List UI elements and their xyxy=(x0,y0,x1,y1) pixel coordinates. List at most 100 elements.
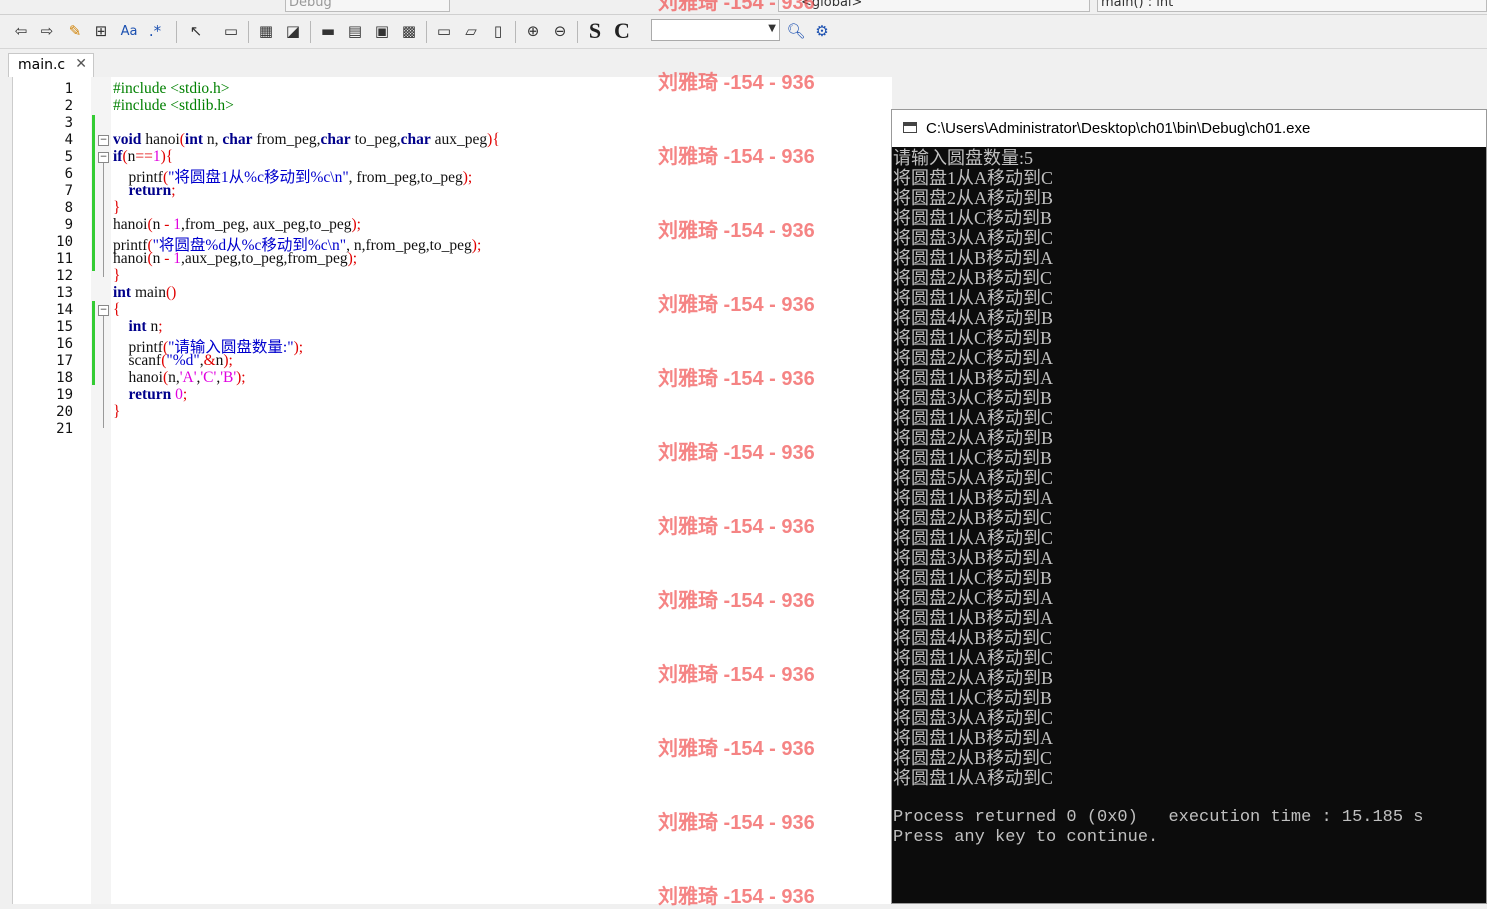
grid-select-icon[interactable]: ▦ xyxy=(255,20,277,42)
code-line-17: scanf("%d",&n); xyxy=(113,352,233,369)
line-number: 11 xyxy=(56,251,73,267)
code-line-13: int main() xyxy=(113,284,177,301)
code-line-12: } xyxy=(113,267,121,284)
line-number: 7 xyxy=(64,183,73,199)
fold-toggle-icon[interactable]: − xyxy=(98,135,109,146)
regex-icon[interactable]: .* xyxy=(144,20,166,42)
watermark-text: 刘雅琦 -154 - 936 xyxy=(658,368,815,390)
zoom-in-icon[interactable]: ⊕ xyxy=(522,20,544,42)
line-number: 21 xyxy=(56,421,73,437)
console-line: 将圆盘1从C移动到B xyxy=(893,568,1053,588)
console-line: 将圆盘2从B移动到C xyxy=(893,268,1053,288)
line-number: 18 xyxy=(56,370,73,386)
console-line: 将圆盘2从A移动到B xyxy=(893,428,1054,448)
console-title: C:\Users\Administrator\Desktop\ch01\bin\… xyxy=(926,120,1311,137)
line-number: 9 xyxy=(64,217,73,233)
diagonal-select-icon[interactable]: ◪ xyxy=(282,20,304,42)
console-line: 将圆盘3从A移动到C xyxy=(893,708,1054,728)
bookmark-icon[interactable]: ⊞ xyxy=(90,20,112,42)
console-title-bar[interactable]: C:\Users\Administrator\Desktop\ch01\bin\… xyxy=(892,110,1486,147)
back-arrow-icon[interactable]: ⇦ xyxy=(10,20,32,42)
line-number: 5 xyxy=(64,149,73,165)
watermark-text: 刘雅琦 -154 - 936 xyxy=(658,72,815,94)
build-target-value: Debug xyxy=(289,0,332,10)
watermark-text: 刘雅琦 -154 - 936 xyxy=(658,738,815,760)
frame-1-icon[interactable]: ▭ xyxy=(433,20,455,42)
console-line: 将圆盘1从A移动到C xyxy=(893,168,1054,188)
zoom-out-icon[interactable]: ⊖ xyxy=(549,20,571,42)
function-select[interactable]: main() : int xyxy=(1097,0,1487,12)
console-line: 将圆盘3从B移动到A xyxy=(893,548,1054,568)
code-line-8: } xyxy=(113,199,121,216)
code-line-19: return 0; xyxy=(128,386,188,403)
code-line-5: if(n==1){ xyxy=(113,148,174,165)
watermark-text: 刘雅琦 -154 - 936 xyxy=(658,0,815,14)
layout-3-icon[interactable]: ▣ xyxy=(371,20,393,42)
console-line: 将圆盘1从B移动到A xyxy=(893,728,1054,748)
console-line: 将圆盘2从A移动到B xyxy=(893,668,1054,688)
console-line: 将圆盘1从B移动到A xyxy=(893,608,1054,628)
console-line: 将圆盘1从A移动到C xyxy=(893,288,1054,308)
line-number: 15 xyxy=(56,319,73,335)
line-number: 17 xyxy=(56,353,73,369)
watermark-text: 刘雅琦 -154 - 936 xyxy=(658,294,815,316)
line-number-gutter: 1 2 3 4 5 6 7 8 9 10 11 12 13 14 15 16 17 18 19 20 21 xyxy=(13,77,91,904)
forward-arrow-icon[interactable]: ⇨ xyxy=(36,20,58,42)
close-icon[interactable]: ✕ xyxy=(75,56,87,72)
match-case-icon[interactable]: Aa xyxy=(118,20,140,42)
code-line-4: void hanoi(int n, char from_peg,char to_… xyxy=(113,131,500,148)
frame-3-icon[interactable]: ▯ xyxy=(487,20,509,42)
console-line: 将圆盘3从C移动到B xyxy=(893,388,1053,408)
edit-toolbar: ⇦ ⇨ ✎ ⊞ Aa .* ↖ ▭ ▦ ◪ ▬ ▤ ▣ ▩ ▭ ▱ ▯ ⊕ ⊖ … xyxy=(0,15,1487,49)
c-button[interactable]: C xyxy=(611,18,633,43)
watermark-text: 刘雅琦 -154 - 936 xyxy=(658,146,815,168)
highlight-pen-icon[interactable]: ✎ xyxy=(64,20,86,42)
console-line: 将圆盘2从C移动到A xyxy=(893,348,1054,368)
layout-2-icon[interactable]: ▤ xyxy=(344,20,366,42)
tab-main-c[interactable]: main.c ✕ xyxy=(8,53,94,77)
console-line: 将圆盘1从A移动到C xyxy=(893,408,1054,428)
console-line: 将圆盘1从B移动到A xyxy=(893,248,1054,268)
console-line: 将圆盘4从A移动到B xyxy=(893,308,1054,328)
line-number: 14 xyxy=(56,302,73,318)
line-number: 12 xyxy=(56,268,73,284)
line-number: 16 xyxy=(56,336,73,352)
console-line: 将圆盘2从A移动到B xyxy=(893,188,1054,208)
frame-2-icon[interactable]: ▱ xyxy=(460,20,482,42)
line-number: 3 xyxy=(64,115,73,131)
scope-select[interactable]: <global> xyxy=(778,0,1090,12)
code-editor[interactable]: 1 2 3 4 5 6 7 8 9 10 11 12 13 14 15 16 17 18 19 20 21 − − − … xyxy=(12,77,892,904)
change-marker xyxy=(92,115,95,271)
code-line-9: hanoi(n - 1,from_peg, aux_peg,to_peg); xyxy=(113,216,361,233)
press-any-key-line: Press any key to continue. xyxy=(893,828,1159,847)
console-line: 将圆盘2从B移动到C xyxy=(893,508,1053,528)
block-rect-icon[interactable]: ▭ xyxy=(220,20,242,42)
search-combo[interactable]: ▼ xyxy=(651,19,780,41)
s-button[interactable]: S xyxy=(584,18,606,43)
tab-label: main.c xyxy=(18,57,66,73)
console-line: 将圆盘1从B移动到A xyxy=(893,488,1054,508)
layout-1-icon[interactable]: ▬ xyxy=(317,20,339,42)
layout-4-icon[interactable]: ▩ xyxy=(398,20,420,42)
code-line-14: { xyxy=(113,301,121,318)
line-number: 8 xyxy=(64,200,73,216)
line-number: 2 xyxy=(64,98,73,114)
watermark-text: 刘雅琦 -154 - 936 xyxy=(658,516,815,538)
console-icon xyxy=(903,122,917,133)
fold-toggle-icon[interactable]: − xyxy=(98,305,109,316)
watermark-text: 刘雅琦 -154 - 936 xyxy=(658,886,815,908)
watermark-text: 刘雅琦 -154 - 936 xyxy=(658,590,815,612)
line-number: 10 xyxy=(56,234,73,250)
line-number: 19 xyxy=(56,387,73,403)
console-line: 将圆盘4从B移动到C xyxy=(893,628,1053,648)
console-line: 将圆盘2从B移动到C xyxy=(893,748,1053,768)
fold-toggle-icon[interactable]: − xyxy=(98,152,109,163)
console-window[interactable]: C:\Users\Administrator\Desktop\ch01\bin\… xyxy=(891,109,1487,904)
find-settings-icon[interactable]: ⚙ xyxy=(811,20,833,42)
code-line-11: hanoi(n - 1,aux_peg,to_peg,from_peg); xyxy=(113,250,358,267)
code-line-7: return; xyxy=(128,182,176,199)
select-cursor-icon[interactable]: ↖ xyxy=(185,20,207,42)
find-icon[interactable]: 🔍︎ xyxy=(785,20,807,42)
build-target-select[interactable]: Debug xyxy=(285,0,450,12)
console-line: 将圆盘1从C移动到B xyxy=(893,448,1053,468)
